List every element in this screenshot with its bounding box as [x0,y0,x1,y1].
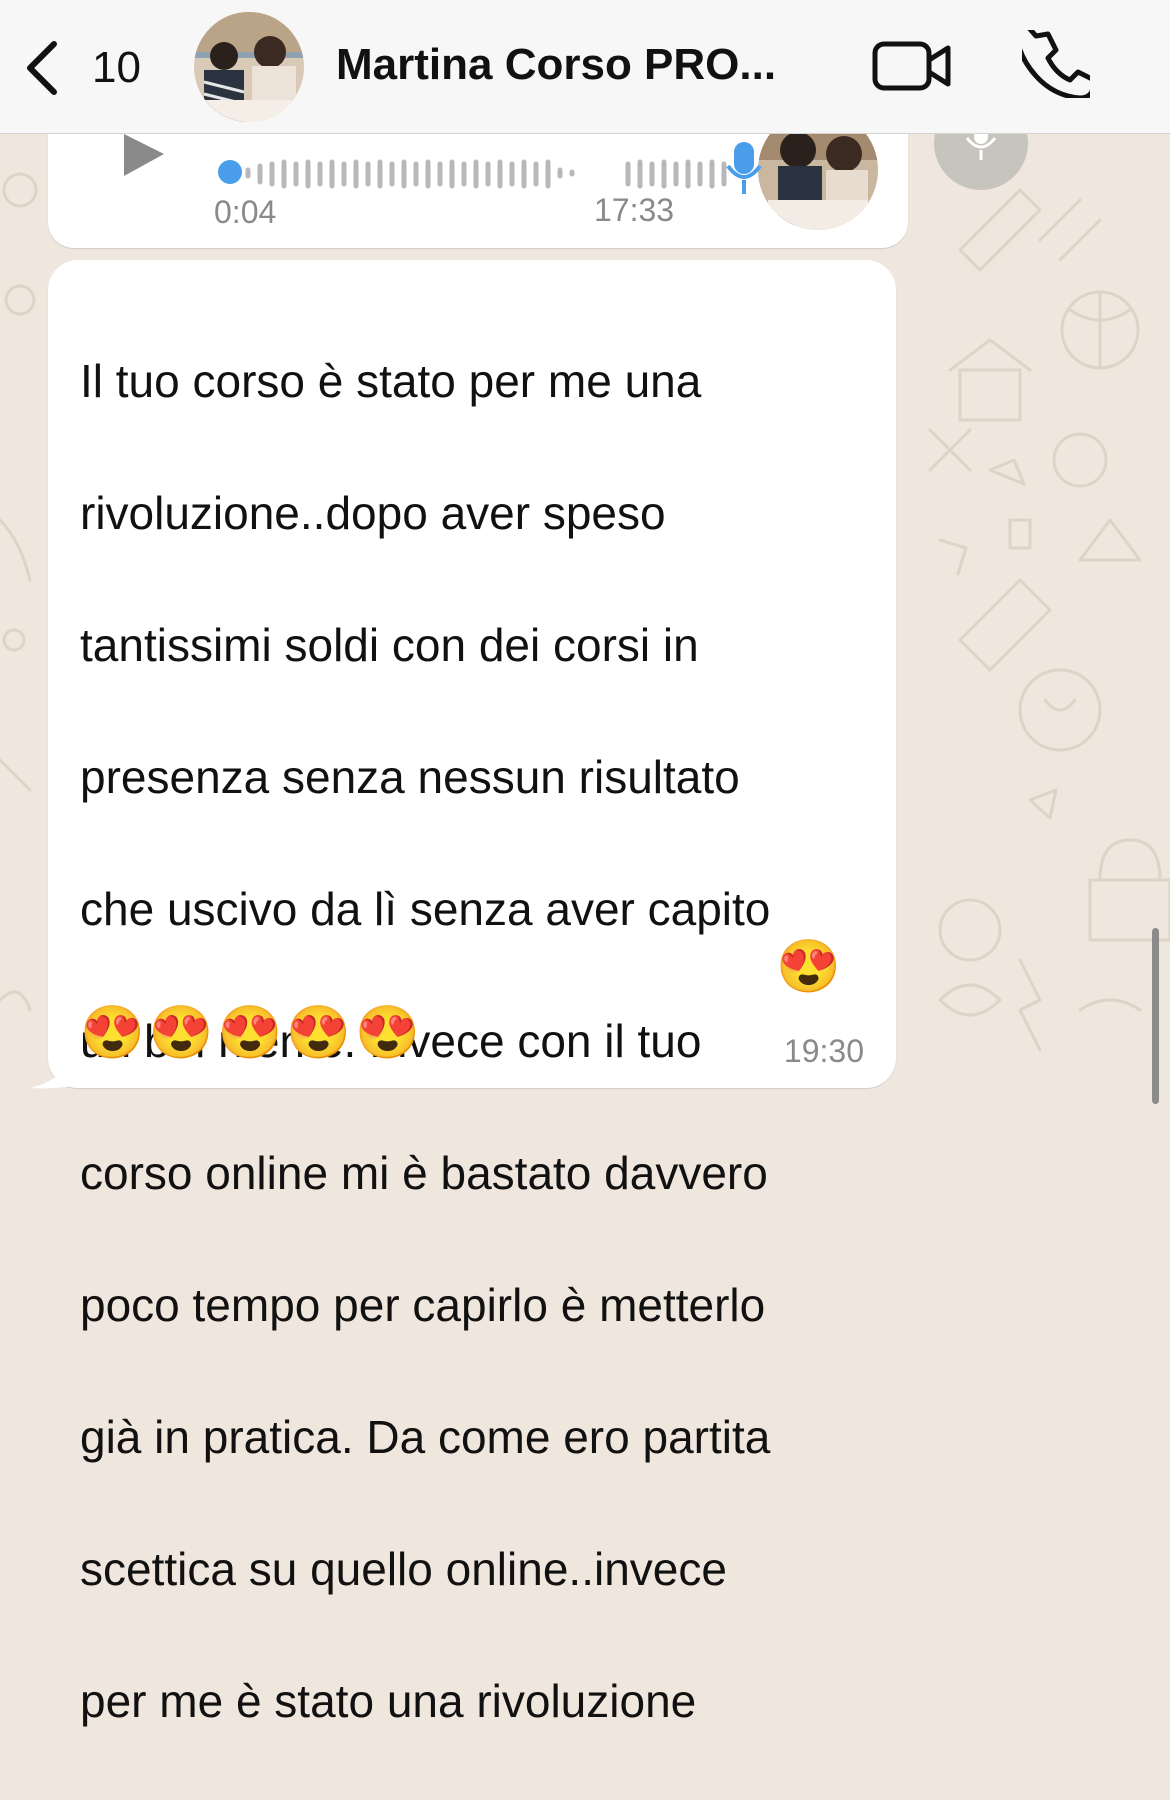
play-icon [124,134,164,176]
message-line: tantissimi soldi con dei corsi in [80,619,699,671]
heart-eyes-emoji: 😍 [776,938,841,996]
message-line: già in pratica. Da come ero partita [80,1411,771,1463]
bubble-tail [30,1050,90,1089]
message-line: scettica su quello online..invece [80,1543,727,1595]
voice-duration: 0:04 [214,194,277,230]
contact-name[interactable]: Martina Corso PRO... [336,40,816,90]
unread-count: 10 [92,43,141,92]
scrollbar[interactable] [1152,928,1159,1104]
emoji-row: 😍😍😍😍😍 [80,1004,424,1062]
message-timestamp: 19:30 [783,1033,864,1069]
message-line: corso online mi è bastato davvero [80,1147,768,1199]
message-line: per me è stato una rivoluzione [80,1675,697,1727]
playback-handle [218,160,242,184]
microphone-icon [726,142,762,194]
phone-icon[interactable] [1022,30,1090,98]
message-line: presenza senza nessun risultato [80,751,740,803]
message-line: Il tuo corso è stato per me una [80,355,702,407]
message-bubble[interactable]: Il tuo corso è stato per me una rivoluzi… [48,260,896,1727]
chevron-left-icon [27,41,57,95]
contact-avatar[interactable] [194,12,304,122]
message-line: poco tempo per capirlo è metterlo [80,1279,766,1331]
voice-timestamp: 17:33 [594,192,675,228]
message-line: che uscivo da lì senza aver capito [80,883,771,935]
video-camera-icon[interactable] [872,38,952,94]
message-line: rivoluzione..dopo aver speso [80,487,666,539]
back-button[interactable]: 10 [22,36,162,100]
chat-header: 10 Martina Corso PRO... [0,0,1170,134]
